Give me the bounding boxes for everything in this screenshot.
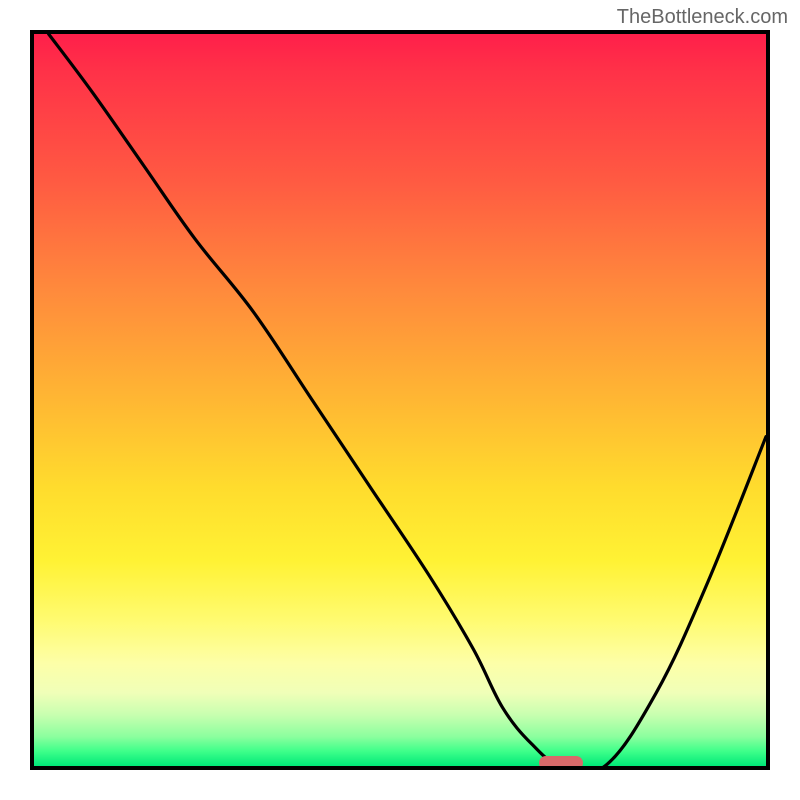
chart-frame [30,30,770,770]
bottleneck-curve [34,34,766,766]
optimal-marker [539,756,583,770]
watermark-text: TheBottleneck.com [617,6,788,29]
